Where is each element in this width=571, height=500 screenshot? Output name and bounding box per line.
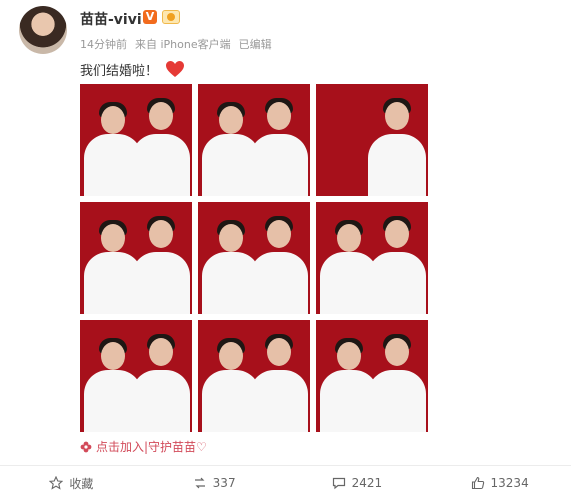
photo-8[interactable] bbox=[198, 320, 310, 432]
follow-text: 点击加入|守护苗苗♡ bbox=[96, 440, 207, 454]
level-badge-icon bbox=[162, 10, 180, 24]
face bbox=[267, 338, 291, 366]
edited-label[interactable]: 已编辑 bbox=[239, 38, 272, 51]
face bbox=[149, 338, 173, 366]
face bbox=[101, 224, 125, 252]
face bbox=[149, 220, 173, 248]
comment-button[interactable]: 2421 bbox=[286, 466, 429, 500]
repost-icon bbox=[194, 477, 205, 489]
photo-grid bbox=[80, 84, 428, 432]
face bbox=[337, 224, 361, 252]
person-figure bbox=[368, 134, 426, 196]
comment-icon bbox=[332, 477, 345, 490]
post-meta: 14分钟前 来自 iPhone客户端 已编辑 bbox=[80, 36, 280, 52]
vip-badge-icon: V bbox=[143, 10, 157, 24]
face bbox=[219, 342, 243, 370]
person-figure bbox=[132, 252, 190, 314]
photo-5[interactable] bbox=[198, 202, 310, 314]
heart-icon bbox=[166, 61, 184, 77]
photo-6[interactable] bbox=[316, 202, 428, 314]
star-icon bbox=[49, 476, 64, 490]
like-count: 13234 bbox=[490, 476, 529, 490]
post-time: 14分钟前 bbox=[80, 38, 127, 51]
photo-2[interactable] bbox=[198, 84, 310, 196]
favorite-label: 收藏 bbox=[69, 476, 94, 491]
face bbox=[385, 220, 409, 248]
photo-4[interactable] bbox=[80, 202, 192, 314]
person-figure bbox=[132, 134, 190, 196]
photo-9[interactable] bbox=[316, 320, 428, 432]
face bbox=[219, 224, 243, 252]
face bbox=[101, 106, 125, 134]
person-figure bbox=[250, 252, 308, 314]
face bbox=[101, 342, 125, 370]
comment-count: 2421 bbox=[351, 476, 383, 490]
action-bar: 收藏 337 2421 13234 bbox=[0, 466, 571, 500]
repost-button[interactable]: 337 bbox=[143, 466, 286, 500]
post-source: 来自 iPhone客户端 bbox=[135, 38, 231, 51]
person-figure bbox=[368, 252, 426, 314]
photo-7[interactable] bbox=[80, 320, 192, 432]
person-figure bbox=[368, 370, 426, 432]
face bbox=[385, 338, 409, 366]
face bbox=[219, 106, 243, 134]
person-figure bbox=[132, 370, 190, 432]
flower-icon bbox=[80, 441, 92, 452]
repost-count: 337 bbox=[212, 476, 236, 490]
face bbox=[337, 342, 361, 370]
follow-fan-club-link[interactable]: 点击加入|守护苗苗♡ bbox=[80, 438, 207, 455]
person-figure bbox=[250, 370, 308, 432]
username[interactable]: 苗苗-vivi bbox=[80, 9, 142, 29]
like-button[interactable]: 13234 bbox=[428, 466, 571, 500]
photo-1[interactable] bbox=[80, 84, 192, 196]
avatar[interactable] bbox=[19, 6, 67, 54]
post-text: 我们结婚啦！ bbox=[80, 64, 159, 79]
face bbox=[385, 102, 409, 130]
face bbox=[267, 102, 291, 130]
photo-3[interactable] bbox=[316, 84, 428, 196]
face bbox=[149, 102, 173, 130]
thumbs-up-icon bbox=[471, 476, 484, 490]
favorite-button[interactable]: 收藏 bbox=[0, 466, 143, 500]
person-figure bbox=[250, 134, 308, 196]
face bbox=[267, 220, 291, 248]
